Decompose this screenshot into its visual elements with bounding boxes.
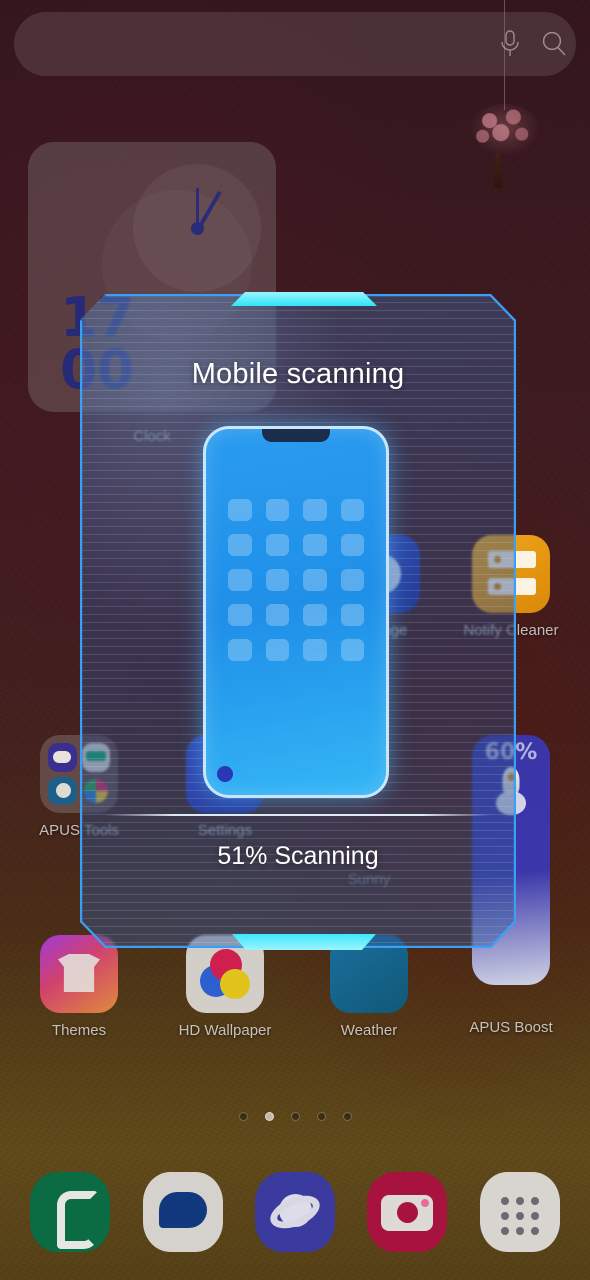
browser-planet-icon[interactable] — [254, 1172, 335, 1252]
hanging-plant-icon — [470, 104, 540, 156]
app-label: Weather — [340, 1022, 398, 1039]
clock-center-pin — [191, 222, 204, 235]
message-bubble-icon[interactable] — [142, 1172, 223, 1252]
dialog-top-accent-tab — [231, 292, 377, 306]
microphone-icon[interactable] — [488, 22, 532, 66]
dock — [0, 1162, 590, 1262]
app-drawer-grid-icon[interactable] — [479, 1172, 560, 1252]
app-label: HD Wallpaper — [178, 1022, 272, 1039]
app-themes[interactable]: Themes — [20, 935, 138, 1039]
dialog-bottom-accent-tab — [232, 934, 376, 950]
camera-icon[interactable] — [367, 1172, 448, 1252]
app-label: Themes — [51, 1022, 107, 1039]
page-dot[interactable] — [238, 1112, 248, 1121]
page-indicator — [0, 1112, 590, 1121]
phone-notch — [262, 429, 330, 442]
dialog-title: Mobile scanning — [191, 358, 405, 390]
page-dot[interactable] — [290, 1112, 300, 1121]
phone-illustration — [203, 426, 389, 798]
search-bar[interactable] — [14, 12, 576, 76]
search-icon[interactable] — [532, 22, 576, 66]
app-hd-wallpaper[interactable]: HD Wallpaper — [166, 935, 284, 1039]
app-apus-boost-label[interactable]: APUS Boost — [452, 1010, 570, 1036]
scan-status-text: 51% Scanning — [217, 842, 379, 870]
app-weather[interactable]: Weather — [310, 935, 428, 1039]
phone-icon[interactable] — [30, 1172, 111, 1252]
app-label: APUS Boost — [469, 1019, 553, 1036]
page-dot-active[interactable] — [264, 1112, 274, 1121]
dialog-divider — [104, 814, 492, 816]
page-dot[interactable] — [342, 1112, 352, 1121]
phone-app-grid — [228, 499, 364, 661]
page-dot[interactable] — [316, 1112, 326, 1121]
